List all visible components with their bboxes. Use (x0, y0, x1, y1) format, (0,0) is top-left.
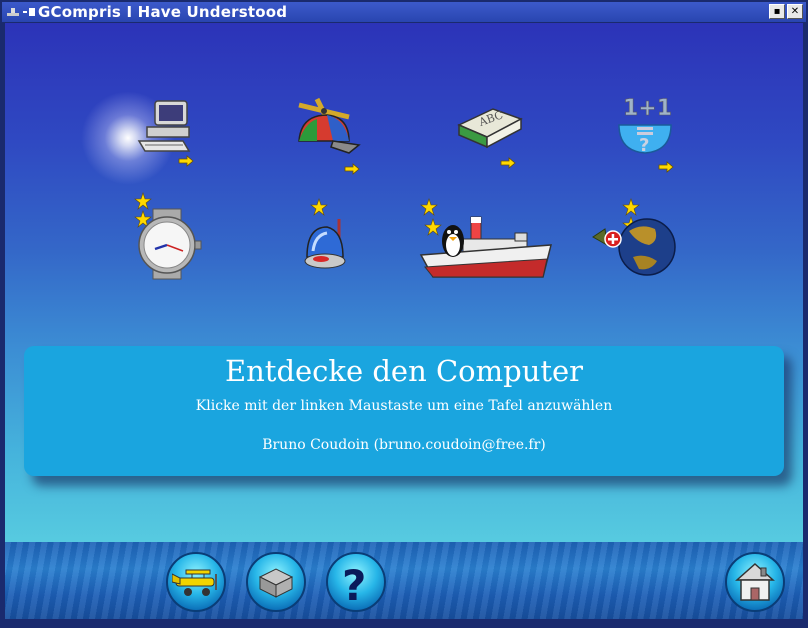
window-menu-icon[interactable] (6, 3, 20, 22)
app-window: GCompris I Have Understood ▪ ✕ ABC 1+1 ?… (0, 0, 808, 628)
svg-text:?: ? (342, 561, 366, 604)
bulb-ship-icon (304, 198, 346, 269)
close-button[interactable]: ✕ (787, 4, 803, 19)
board-title: Entdecke den Computer (224, 354, 584, 388)
board-author: Bruno Coudoin (bruno.coudoin@free.fr) (262, 437, 546, 453)
config-box-icon (258, 568, 294, 598)
control-bar (5, 542, 803, 619)
airplane-button[interactable] (166, 552, 226, 612)
shade-icon[interactable] (22, 3, 36, 22)
svg-text:1+1: 1+1 (623, 96, 672, 121)
airplane-icon (172, 569, 217, 596)
svg-text:?: ? (639, 135, 649, 156)
info-panel: Entdecke den Computer Klicke mit der lin… (24, 346, 784, 476)
home-icon (735, 562, 775, 601)
board-instructions: Klicke mit der linken Maustaste um eine … (195, 398, 613, 414)
minimize-button[interactable]: ▪ (769, 4, 785, 19)
tux-ship-icon (419, 198, 552, 278)
minimize-icon: ▪ (773, 5, 781, 17)
window-title: GCompris I Have Understood (38, 3, 288, 21)
help-question-icon: ? (342, 561, 366, 604)
home-button[interactable] (725, 552, 785, 612)
activity-computer[interactable] (133, 97, 203, 177)
help-button[interactable]: ? (326, 552, 386, 612)
globe-icon (592, 198, 676, 276)
close-icon: ✕ (790, 5, 800, 17)
title-bar[interactable]: GCompris I Have Understood ▪ ✕ (2, 2, 806, 22)
computer-icon (137, 100, 194, 167)
activity-cap[interactable] (293, 97, 365, 179)
activity-math[interactable]: 1+1 ? (613, 91, 683, 175)
config-button[interactable] (246, 552, 306, 612)
activity-book[interactable]: ABC (453, 101, 525, 173)
abc-book-icon: ABC (457, 108, 523, 169)
activity-globe[interactable] (585, 197, 681, 281)
watch-icon (134, 192, 202, 280)
activity-tux-boat[interactable] (419, 197, 553, 283)
activity-clock[interactable] (133, 191, 205, 283)
window-menu-icons[interactable] (2, 3, 38, 22)
activity-rocket[interactable] (299, 197, 359, 279)
math-bowl-icon: 1+1 ? (618, 96, 674, 173)
board-canvas: ABC 1+1 ? Entdecke den Computer Klicke m… (5, 23, 803, 619)
propeller-cap-icon (298, 97, 361, 175)
